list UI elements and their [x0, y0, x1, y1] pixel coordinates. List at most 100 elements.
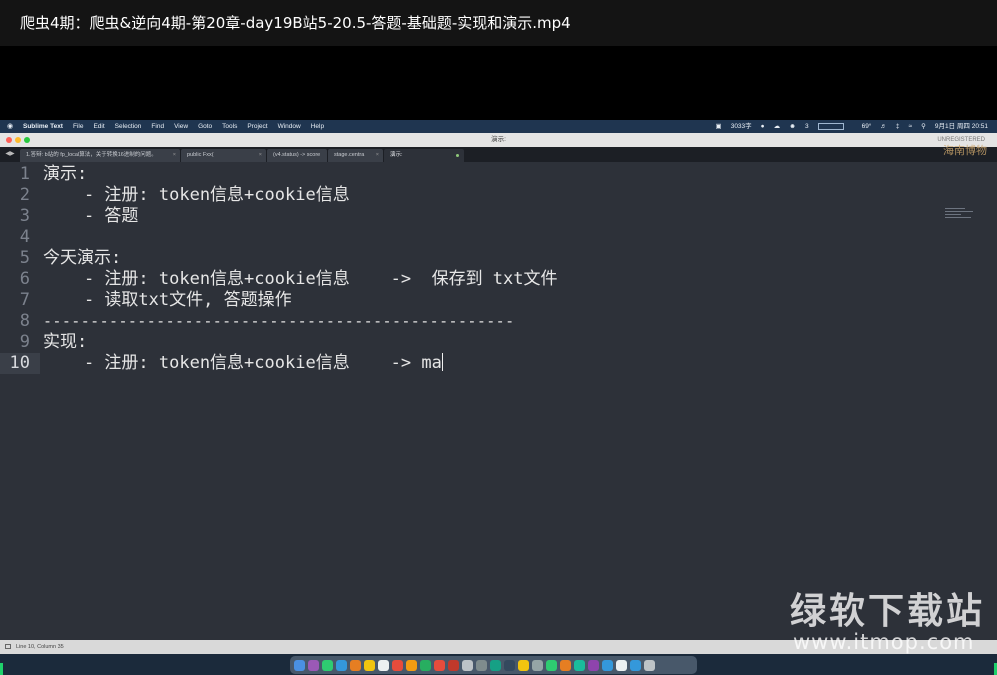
dock-app-icon[interactable] — [630, 659, 641, 671]
video-title: 爬虫4期：爬虫&逆向4期-第20章-day19B站5-20.5-答题-基础题-实… — [0, 0, 997, 46]
menu-edit[interactable]: Edit — [93, 120, 104, 133]
dock-app-icon[interactable] — [532, 659, 543, 671]
line-number: 8 — [19, 311, 30, 331]
dock-app-icon[interactable] — [574, 659, 585, 671]
apple-icon[interactable]: ◉ — [7, 120, 17, 133]
dock-app-icon[interactable] — [602, 659, 613, 671]
code-line[interactable]: - 答题 — [43, 206, 138, 227]
microphone-icon[interactable]: ● — [761, 120, 765, 133]
dock-area — [0, 654, 997, 675]
tab-4[interactable]: stage.centra × — [328, 149, 383, 162]
tab-bar: ◀▶ 1.答辩: b站的 fp_local算法，关于转换16进制的问题。 × p… — [0, 147, 997, 162]
tab-5-active[interactable]: 演示: — [384, 149, 464, 162]
menu-tools[interactable]: Tools — [222, 120, 237, 133]
dock-app-icon[interactable] — [448, 659, 459, 671]
line-number: 7 — [19, 290, 30, 310]
tab-2[interactable]: public Fxx( × — [181, 149, 266, 162]
wifi-icon[interactable]: ≈ — [909, 120, 913, 133]
code-line[interactable]: 今天演示: — [43, 248, 121, 269]
code-line[interactable]: - 注册: token信息+cookie信息 -> 保存到 txt文件 — [43, 269, 558, 290]
site-watermark-url: www.itmop.com — [793, 630, 975, 654]
dock-app-icon[interactable] — [420, 659, 431, 671]
dock-app-icon[interactable] — [392, 659, 403, 671]
temperature-text: 69° — [861, 123, 872, 130]
dock-app-icon[interactable] — [504, 659, 515, 671]
dock-app-icon[interactable] — [462, 659, 473, 671]
dock-app-icon[interactable] — [308, 659, 319, 671]
code-line[interactable]: 实现: — [43, 332, 87, 353]
tab-label: stage.centra — [334, 152, 365, 158]
dock-app-icon[interactable] — [644, 659, 655, 671]
tab-1[interactable]: 1.答辩: b站的 fp_local算法，关于转换16进制的问题。 × — [20, 149, 180, 162]
menu-window[interactable]: Window — [278, 120, 301, 133]
code-line[interactable]: ----------------------------------------… — [43, 311, 515, 332]
minimap[interactable] — [945, 208, 975, 220]
close-tab-icon[interactable]: × — [259, 149, 262, 162]
window-titlebar: 演示: UNREGISTERED — [0, 133, 997, 147]
handwritten-watermark: 海南博物 — [943, 144, 987, 157]
close-tab-icon[interactable]: × — [173, 149, 176, 162]
panel-toggle-icon[interactable] — [5, 644, 11, 649]
dock-app-icon[interactable] — [434, 659, 445, 671]
volume-icon[interactable]: ♬ — [880, 120, 887, 133]
corner-marker — [0, 663, 3, 675]
screen-record-icon[interactable]: ▣ — [716, 120, 722, 133]
tab-label: 1.答辩: b站的 fp_local算法，关于转换16进制的问题。 — [26, 152, 157, 158]
site-watermark-name: 绿软下载站 — [790, 591, 986, 632]
search-icon[interactable]: ⚲ — [921, 120, 926, 133]
dock-app-icon[interactable] — [518, 659, 529, 671]
dock-app-icon[interactable] — [378, 659, 389, 671]
zoom-window-icon[interactable] — [24, 137, 30, 143]
dock-app-icon[interactable] — [350, 659, 361, 671]
tab-nav-arrows-icon[interactable]: ◀▶ — [0, 147, 20, 162]
menu-find[interactable]: Find — [151, 120, 164, 133]
dock-app-icon[interactable] — [322, 659, 333, 671]
dock-app-icon[interactable] — [616, 659, 627, 671]
input-box-icon[interactable] — [817, 120, 853, 133]
menu-view[interactable]: View — [174, 120, 188, 133]
line-number: 4 — [19, 227, 30, 247]
datetime-text[interactable]: 9月1日 周四 20:51 — [935, 120, 988, 133]
menu-help[interactable]: Help — [311, 120, 324, 133]
line-number: 9 — [19, 332, 30, 352]
code-editor[interactable]: 1 演示: 2 - 注册: token信息+cookie信息 3 - 答题 4 … — [0, 162, 997, 640]
dock-app-icon[interactable] — [336, 659, 347, 671]
dock-app-icon[interactable] — [476, 659, 487, 671]
dock-app-icon[interactable] — [546, 659, 557, 671]
close-window-icon[interactable] — [6, 137, 12, 143]
dock-app-icon[interactable] — [364, 659, 375, 671]
dock-app-icon[interactable] — [588, 659, 599, 671]
cloud-icon[interactable]: ☁ — [774, 120, 781, 133]
mac-menubar: ◉ Sublime Text File Edit Selection Find … — [0, 120, 997, 133]
code-line[interactable]: - 读取txt文件, 答题操作 — [43, 290, 292, 311]
close-tab-icon[interactable]: × — [376, 149, 379, 162]
menu-goto[interactable]: Goto — [198, 120, 212, 133]
menu-file[interactable]: File — [73, 120, 83, 133]
line-number: 3 — [19, 206, 30, 226]
menubar-status-area: ▣ 3033字 ● ☁ ☻ 3 69° ♬ ‡ ≈ ⚲ 9月1日 周四 20:5… — [716, 120, 997, 133]
menu-app[interactable]: Sublime Text — [23, 120, 63, 133]
menu-selection[interactable]: Selection — [115, 120, 142, 133]
code-line-current[interactable]: - 注册: token信息+cookie信息 -> ma — [43, 353, 443, 374]
line-number: 6 — [19, 269, 30, 289]
minimize-window-icon[interactable] — [15, 137, 21, 143]
cursor-position: Line 10, Column 35 — [16, 644, 64, 650]
tab-label: (v4.status) -> score — [273, 152, 321, 158]
dock-app-icon[interactable] — [406, 659, 417, 671]
code-line[interactable]: 演示: — [43, 164, 87, 185]
code-line[interactable]: - 注册: token信息+cookie信息 — [43, 185, 350, 206]
line-number: 1 — [19, 164, 30, 184]
menu-project[interactable]: Project — [247, 120, 267, 133]
mac-dock — [290, 656, 697, 674]
text-cursor — [441, 353, 443, 371]
window-title: 演示: — [491, 136, 506, 143]
dock-app-icon[interactable] — [294, 659, 305, 671]
dock-app-icon[interactable] — [560, 659, 571, 671]
line-number: 5 — [19, 248, 30, 268]
tab-label: public Fxx( — [187, 152, 214, 158]
dock-app-icon[interactable] — [490, 659, 501, 671]
tab-3[interactable]: (v4.status) -> score — [267, 149, 327, 162]
bluetooth-icon[interactable]: ‡ — [896, 120, 900, 133]
code-line-text: - 注册: token信息+cookie信息 -> ma — [43, 353, 442, 373]
wechat-icon[interactable]: ☻ — [789, 120, 796, 133]
